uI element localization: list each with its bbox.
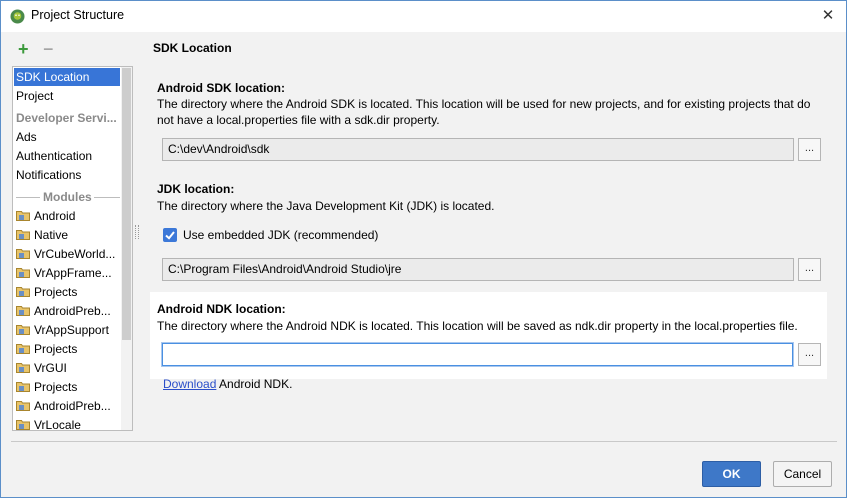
module-item-label: Projects (34, 285, 78, 299)
android-ndk-description: The directory where the Android NDK is l… (157, 319, 798, 333)
module-folder-icon (16, 227, 30, 240)
sidebar-item-ads[interactable]: Ads (14, 128, 120, 146)
footer-divider (11, 441, 837, 442)
module-item-label: VrLocale (34, 418, 81, 431)
module-item[interactable]: Projects (14, 378, 120, 396)
android-sdk-description-line2: not have a local.properties file with a … (157, 113, 440, 127)
module-item-label: VrAppFrame... (34, 266, 112, 280)
jdk-description: The directory where the Java Development… (157, 199, 495, 213)
module-item[interactable]: Projects (14, 283, 120, 301)
module-folder-icon (16, 360, 30, 373)
project-structure-dialog: Project Structure ✕ + − SDK Location Pro… (0, 0, 847, 498)
jdk-path-field[interactable]: C:\Program Files\Android\Android Studio\… (162, 258, 794, 281)
download-ndk-link[interactable]: Download (163, 377, 216, 391)
cancel-button[interactable]: Cancel (773, 461, 832, 487)
android-ndk-browse-button[interactable]: ... (798, 343, 821, 366)
modules-separator: Modules (14, 188, 120, 206)
download-ndk-suffix: Android NDK. (216, 377, 293, 391)
module-item-label: VrCubeWorld... (34, 247, 116, 261)
android-studio-icon (10, 9, 25, 24)
module-item[interactable]: VrAppSupport (14, 321, 120, 339)
separator-line (94, 197, 120, 198)
sidebar-item-authentication[interactable]: Authentication (14, 147, 120, 165)
module-item-label: AndroidPreb... (34, 304, 111, 318)
module-folder-icon (16, 303, 30, 316)
remove-icon[interactable]: − (43, 40, 54, 58)
download-ndk-row: Download Android NDK. (163, 377, 292, 391)
module-item-label: AndroidPreb... (34, 399, 111, 413)
module-folder-icon (16, 398, 30, 411)
module-folder-icon (16, 322, 30, 335)
module-folder-icon (16, 417, 30, 430)
modules-header: Modules (43, 190, 92, 204)
embedded-jdk-label[interactable]: Use embedded JDK (recommended) (183, 228, 378, 242)
module-item[interactable]: AndroidPreb... (14, 302, 120, 320)
page-title: SDK Location (153, 41, 232, 55)
window-title: Project Structure (31, 8, 125, 22)
module-item[interactable]: Android (14, 207, 120, 225)
sidebar-header-developer-services: Developer Servi... (16, 111, 117, 125)
module-item[interactable]: VrAppFrame... (14, 264, 120, 282)
module-item[interactable]: AndroidPreb... (14, 397, 120, 415)
sidebar: SDK Location Project Developer Servi... … (12, 66, 133, 431)
android-sdk-description-line1: The directory where the Android SDK is l… (157, 97, 811, 111)
module-item[interactable]: Native (14, 226, 120, 244)
module-item-label: Projects (34, 342, 78, 356)
module-item-label: Native (34, 228, 69, 242)
jdk-browse-button[interactable]: ... (798, 258, 821, 281)
module-folder-icon (16, 246, 30, 259)
ok-button[interactable]: OK (702, 461, 761, 487)
splitter-handle[interactable] (135, 225, 139, 239)
android-ndk-path-field[interactable] (162, 343, 793, 366)
sidebar-scrollbar[interactable] (121, 67, 132, 430)
jdk-label: JDK location: (157, 182, 235, 196)
module-item-label: VrGUI (34, 361, 67, 375)
module-item[interactable]: Projects (14, 340, 120, 358)
android-sdk-label: Android SDK location: (157, 81, 285, 95)
add-icon[interactable]: + (18, 40, 29, 58)
separator-line (16, 197, 40, 198)
sidebar-item-notifications[interactable]: Notifications (14, 166, 120, 184)
module-folder-icon (16, 208, 30, 221)
android-sdk-browse-button[interactable]: ... (798, 138, 821, 161)
checkmark-icon (165, 231, 175, 240)
sidebar-item-sdk-location[interactable]: SDK Location (14, 68, 120, 86)
module-item[interactable]: VrLocale (14, 416, 120, 431)
close-icon[interactable]: ✕ (818, 6, 838, 26)
module-folder-icon (16, 265, 30, 278)
embedded-jdk-checkbox[interactable] (163, 228, 177, 242)
android-sdk-path-field[interactable]: C:\dev\Android\sdk (162, 138, 794, 161)
title-bar: Project Structure ✕ (1, 1, 846, 32)
module-item-label: Android (34, 209, 76, 223)
sidebar-item-project[interactable]: Project (14, 87, 120, 105)
sidebar-scroll-thumb[interactable] (122, 68, 131, 340)
module-folder-icon (16, 379, 30, 392)
module-folder-icon (16, 341, 30, 354)
module-item-label: Projects (34, 380, 78, 394)
module-item[interactable]: VrCubeWorld... (14, 245, 120, 263)
module-folder-icon (16, 284, 30, 297)
android-ndk-label: Android NDK location: (157, 302, 286, 316)
module-item[interactable]: VrGUI (14, 359, 120, 377)
module-item-label: VrAppSupport (34, 323, 109, 337)
